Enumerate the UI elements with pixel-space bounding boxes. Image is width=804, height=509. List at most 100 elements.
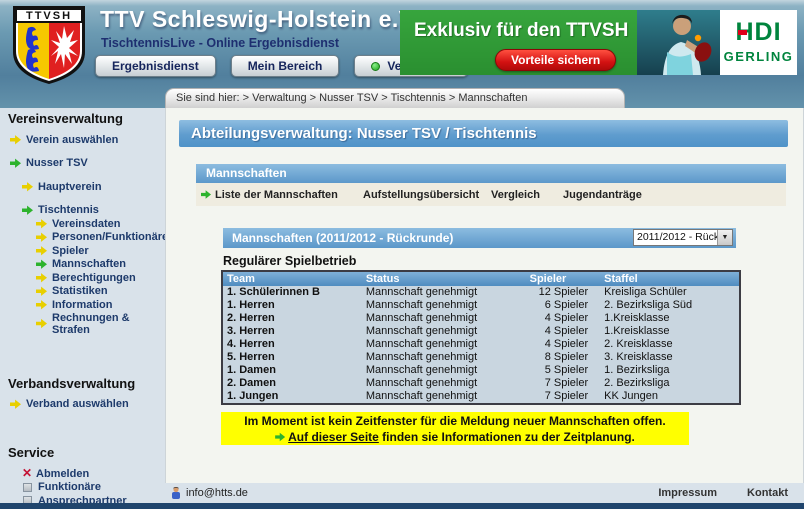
- season-bar-title: Mannschaften (2011/2012 - Rückrunde): [232, 231, 453, 245]
- cell-spieler: 6 Spieler: [528, 299, 601, 312]
- sidebar-item-label: Berechtigungen: [52, 272, 136, 284]
- breadcrumb: Sie sind hier:VerwaltungNusser TSVTischt…: [165, 88, 625, 108]
- dropdown-arrow-icon[interactable]: ▼: [717, 230, 732, 245]
- ttvsh-crest-logo: TTVSH: [8, 4, 90, 86]
- table-row[interactable]: 2. Damen Mannschaft genehmigt 7 Spieler …: [222, 377, 740, 390]
- cell-status: Mannschaft genehmigt: [362, 390, 528, 404]
- nav-arrow-icon: [36, 318, 47, 329]
- cell-team: 2. Damen: [222, 377, 362, 390]
- cell-status: Mannschaft genehmigt: [362, 364, 528, 377]
- cell-team: 1. Jungen: [222, 390, 362, 404]
- season-bar: Mannschaften (2011/2012 - Rückrunde) 201…: [223, 228, 736, 248]
- season-select-value: 2011/2012 - Rückrunde: [634, 230, 717, 245]
- sidebar-item-label: Verein auswählen: [26, 134, 118, 146]
- sidebar-item[interactable]: Berechtigungen: [8, 271, 163, 285]
- green-status-dot-icon: [371, 62, 380, 71]
- cell-status: Mannschaft genehmigt: [362, 338, 528, 351]
- sidebar-item[interactable]: Verband auswählen: [8, 398, 163, 412]
- cell-staffel: 1. Bezirksliga: [600, 364, 740, 377]
- hdi-gerling-logo: HDI GERLING: [720, 10, 797, 75]
- page: TTVSH TTV Schleswig-Holstein e.V. Tischt…: [0, 0, 804, 509]
- sidebar-item-label: Tischtennis: [38, 204, 99, 216]
- section-menu-item[interactable]: Liste der Mannschaften: [201, 183, 338, 206]
- cell-team: 5. Herren: [222, 351, 362, 364]
- cell-spieler: 7 Spieler: [528, 377, 601, 390]
- sidebar-item[interactable]: Funktionäre: [8, 481, 163, 495]
- cell-status: Mannschaft genehmigt: [362, 351, 528, 364]
- sidebar-item-label: Rechnungen & Strafen: [52, 312, 163, 336]
- hdi-wordmark: HDI: [735, 18, 781, 47]
- column-header-team: Team: [222, 271, 362, 286]
- section-menu-item[interactable]: Jugendanträge: [563, 183, 642, 206]
- cell-staffel: 3. Kreisklasse: [600, 351, 740, 364]
- notice-line2: Auf dieser Seite finden sie Informatione…: [221, 429, 689, 445]
- cell-staffel: KK Jungen: [600, 390, 740, 404]
- cell-staffel: 2. Bezirksliga: [600, 377, 740, 390]
- menu-item-label: Jugendanträge: [563, 189, 642, 201]
- nav-arrow-icon: [10, 158, 21, 169]
- service-item-icon: [23, 483, 32, 492]
- table-row[interactable]: 1. Schülerinnen B Mannschaft genehmigt 1…: [222, 286, 740, 299]
- sidebar-item[interactable]: Verein auswählen: [8, 133, 163, 147]
- sidebar-item-label: Mannschaften: [52, 258, 126, 270]
- section-menu: Liste der Mannschaften Aufstellungsübers…: [196, 183, 786, 206]
- footer-email-link[interactable]: info@htts.de: [170, 486, 248, 499]
- table-row[interactable]: 1. Herren Mannschaft genehmigt 6 Spieler…: [222, 299, 740, 312]
- sidebar-heading: Service: [8, 445, 163, 460]
- cell-status: Mannschaft genehmigt: [362, 286, 528, 299]
- nav-button[interactable]: Mein Bereich: [231, 55, 340, 77]
- sidebar-section-service: Service Abmelden Funktionäre Ansprechpar…: [8, 445, 163, 508]
- table-row[interactable]: 1. Damen Mannschaft genehmigt 5 Spieler …: [222, 364, 740, 377]
- breadcrumb-link[interactable]: Nusser TSV: [319, 92, 378, 104]
- zeitplanung-link[interactable]: Auf dieser Seite: [288, 430, 379, 444]
- cell-spieler: 4 Spieler: [528, 312, 601, 325]
- breadcrumb-link[interactable]: Mannschaften: [458, 92, 527, 104]
- cell-spieler: 5 Spieler: [528, 364, 601, 377]
- footer-link[interactable]: Impressum: [658, 487, 717, 499]
- nav-arrow-icon: [10, 399, 21, 410]
- sidebar: Vereinsverwaltung Verein auswählen Nusse…: [0, 88, 165, 503]
- season-select[interactable]: 2011/2012 - Rückrunde ▼: [633, 229, 733, 246]
- nav-arrow-icon: [36, 259, 47, 270]
- sidebar-heading: Vereinsverwaltung: [8, 111, 163, 126]
- ttvsh-ad-banner[interactable]: Exklusiv für den TTVSH Vorteile sichern: [400, 10, 637, 75]
- breadcrumb-link[interactable]: Verwaltung: [252, 92, 306, 104]
- table-row[interactable]: 4. Herren Mannschaft genehmigt 4 Spieler…: [222, 338, 740, 351]
- nav-arrow-icon: [36, 232, 47, 243]
- footer-link[interactable]: Kontakt: [747, 487, 788, 499]
- sidebar-item[interactable]: Rechnungen & Strafen: [8, 312, 163, 336]
- notice-arrow-icon: [275, 432, 285, 442]
- cell-staffel: Kreisliga Schüler: [600, 286, 740, 299]
- sidebar-item[interactable]: Tischtennis: [8, 204, 163, 218]
- table-row[interactable]: 3. Herren Mannschaft genehmigt 4 Spieler…: [222, 325, 740, 338]
- sidebar-item[interactable]: Nusser TSV: [8, 157, 163, 171]
- sidebar-item[interactable]: Abmelden: [8, 467, 163, 481]
- sidebar-item[interactable]: Mannschaften: [8, 258, 163, 272]
- sidebar-item[interactable]: Statistiken: [8, 285, 163, 299]
- cell-spieler: 4 Spieler: [528, 325, 601, 338]
- breadcrumb-link[interactable]: Tischtennis: [391, 92, 446, 104]
- sidebar-item[interactable]: Hauptverein: [8, 180, 163, 194]
- ad-cta-button[interactable]: Vorteile sichern: [495, 49, 616, 71]
- ad-headline: Exklusiv für den TTVSH: [414, 20, 628, 42]
- sidebar-item[interactable]: Information: [8, 298, 163, 312]
- sidebar-item[interactable]: Personen/Funktionäre: [8, 231, 163, 245]
- sidebar-item[interactable]: Spieler: [8, 244, 163, 258]
- nav-button[interactable]: Ergebnisdienst: [95, 55, 216, 77]
- cell-status: Mannschaft genehmigt: [362, 377, 528, 390]
- table-tennis-player-photo: [637, 10, 720, 75]
- table-row[interactable]: 1. Jungen Mannschaft genehmigt 7 Spieler…: [222, 390, 740, 404]
- section-menu-item[interactable]: Vergleich: [491, 183, 540, 206]
- table-row[interactable]: 5. Herren Mannschaft genehmigt 8 Spieler…: [222, 351, 740, 364]
- app-subtitle: TischtennisLive - Online Ergebnisdienst: [101, 36, 339, 50]
- cell-team: 1. Damen: [222, 364, 362, 377]
- sidebar-item[interactable]: Vereinsdaten: [8, 217, 163, 231]
- notice-box: Im Moment ist kein Zeitfenster für die M…: [221, 412, 689, 445]
- sidebar-item-label: Personen/Funktionäre: [52, 231, 168, 243]
- section-menu-item[interactable]: Aufstellungsübersicht: [363, 183, 479, 206]
- table-row[interactable]: 2. Herren Mannschaft genehmigt 4 Spieler…: [222, 312, 740, 325]
- cell-team: 4. Herren: [222, 338, 362, 351]
- cell-status: Mannschaft genehmigt: [362, 299, 528, 312]
- cell-spieler: 8 Spieler: [528, 351, 601, 364]
- sidebar-item-label: Vereinsdaten: [52, 218, 120, 230]
